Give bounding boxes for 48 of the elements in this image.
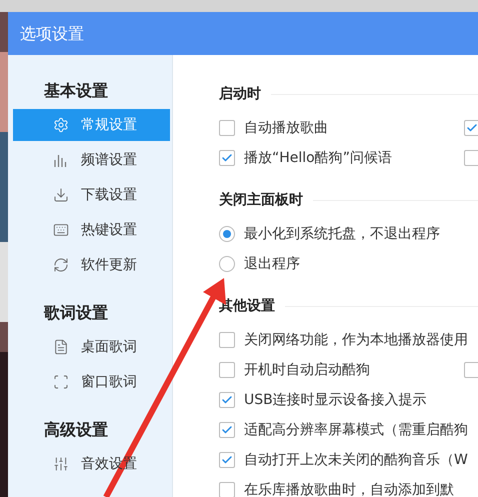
frame-icon — [53, 374, 69, 390]
checkbox[interactable] — [464, 362, 478, 378]
checkbox[interactable] — [219, 332, 235, 348]
option-label: 适配高分辨率屏幕模式（需重启酷狗 — [244, 420, 468, 440]
group-heading: 歌词设置 — [42, 302, 109, 324]
sidebar-item[interactable]: 下载设置 — [13, 179, 170, 211]
option-label: 在乐库播放歌曲时，自动添加到默 — [244, 480, 454, 497]
section-heading: 关闭主面板时 — [219, 190, 303, 210]
keyboard-icon — [53, 222, 69, 238]
option-label: USB连接时显示设备接入提示 — [244, 390, 427, 410]
check-icon — [466, 122, 478, 134]
option-label: 播放“Hello酷狗”问候语 — [244, 148, 392, 168]
radio-button[interactable] — [219, 226, 235, 242]
option-label: 退出程序 — [244, 254, 300, 274]
check-icon — [221, 454, 233, 466]
option-label: 关闭网络功能，作为本地播放器使用 — [244, 330, 468, 350]
group-heading: 基本设置 — [43, 80, 109, 102]
sidebar-item[interactable]: 软件更新 — [13, 249, 170, 281]
checkbox[interactable] — [219, 482, 235, 497]
sidebar-item[interactable]: 窗口歌词 — [13, 366, 170, 398]
download-icon — [53, 187, 69, 203]
check-icon — [221, 424, 233, 436]
sidebar-item[interactable]: 热键设置 — [13, 214, 170, 246]
checkbox[interactable] — [219, 452, 235, 468]
gear-icon — [53, 117, 69, 133]
bars-icon — [53, 152, 69, 168]
checkbox[interactable] — [219, 392, 235, 408]
option-label: 自动打开上次未关闭的酷狗音乐（W — [244, 450, 468, 470]
checkbox[interactable] — [219, 150, 235, 166]
checkbox[interactable] — [464, 120, 478, 136]
sidebar-item[interactable]: 频谱设置 — [13, 144, 170, 176]
document-icon — [53, 339, 69, 355]
group-heading: 高级设置 — [43, 419, 109, 441]
section-heading: 启动时 — [219, 84, 261, 104]
checkbox[interactable] — [219, 120, 235, 136]
check-icon — [221, 394, 233, 406]
refresh-icon — [53, 257, 69, 273]
checkbox[interactable] — [219, 362, 235, 378]
window-title: 选项设置 — [20, 22, 84, 44]
check-icon — [221, 152, 233, 164]
checkbox[interactable] — [219, 422, 235, 438]
option-label: 自动播放歌曲 — [244, 118, 328, 138]
option-label: 最小化到系统托盘，不退出程序 — [244, 224, 440, 244]
radio-button[interactable] — [219, 256, 235, 272]
option-label: 开机时自动启动酷狗 — [244, 360, 370, 380]
checkbox[interactable] — [464, 150, 478, 166]
sidebar-item[interactable]: 桌面歌词 — [13, 331, 170, 363]
sliders-icon — [53, 456, 69, 472]
